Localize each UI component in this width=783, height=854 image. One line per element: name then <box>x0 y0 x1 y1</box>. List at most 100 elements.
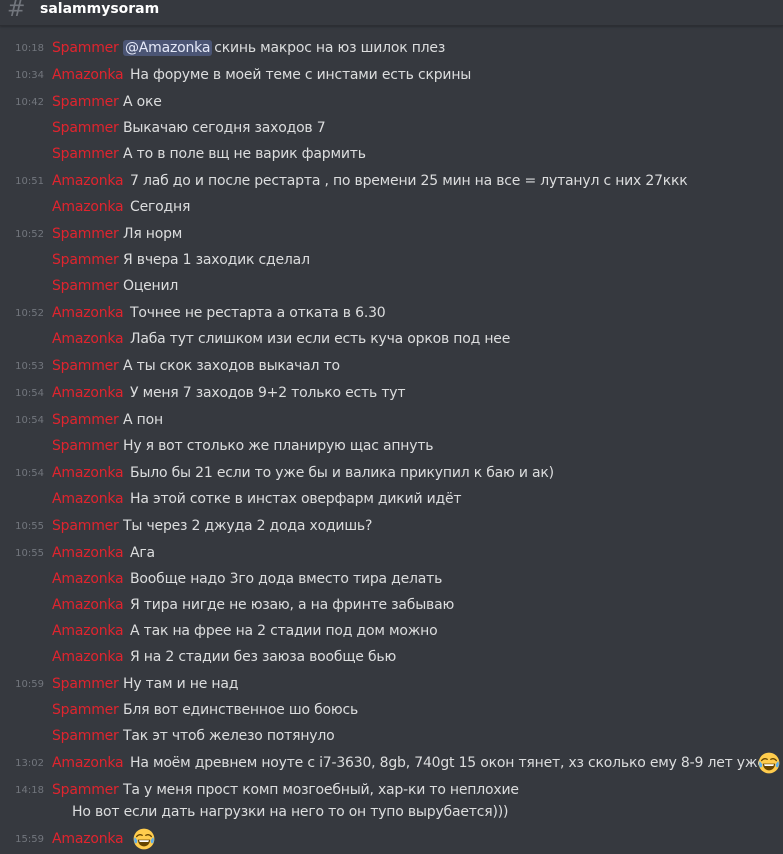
message-body: А оке <box>123 94 162 110</box>
message-text: Лаба тут слишком изи если есть куча орко… <box>130 331 510 347</box>
message-text-continued: Но вот если дать нагрузки на него то он … <box>72 804 509 820</box>
message-text: Я тира нигде не юзаю, а на фринте забыва… <box>130 597 454 613</box>
message-body: Лаба тут слишком изи если есть куча орко… <box>130 331 511 347</box>
message-author[interactable]: Amazonka <box>52 173 124 189</box>
message-timestamp: 10:34 <box>15 70 44 81</box>
message-timestamp: 10:55 <box>15 521 44 532</box>
message-author[interactable]: Amazonka <box>52 831 124 847</box>
message-author[interactable]: Amazonka <box>52 199 124 215</box>
message-author[interactable]: Spammer <box>52 676 119 692</box>
message-timestamp: 10:51 <box>15 176 44 187</box>
hash-icon: # <box>7 0 26 22</box>
message-body: Сегодня <box>130 199 191 215</box>
message-text: А то в поле вщ не варик фармить <box>123 146 366 162</box>
message-body: Я тира нигде не юзаю, а на фринте забыва… <box>130 597 455 613</box>
message-timestamp: 10:54 <box>15 468 44 479</box>
message-text: Вообще надо 3го дода вместо тира делать <box>130 571 442 587</box>
message-body: Ты через 2 джуда 2 дода ходишь? <box>123 518 373 534</box>
message-timestamp: 10:54 <box>15 388 44 399</box>
message-author[interactable]: Amazonka <box>52 305 124 321</box>
message-body: Та у меня прост комп мозгоебный, хар-ки … <box>123 782 519 798</box>
message-text: А так на фрее на 2 стадии под дом можно <box>130 623 438 639</box>
message-text: А оке <box>123 94 162 110</box>
message-timestamp: 10:53 <box>15 361 44 372</box>
message-text: Ну там и не над <box>123 676 238 692</box>
message-text: У меня 7 заходов 9+2 только есть тут <box>130 385 406 401</box>
message-author[interactable]: Spammer <box>52 94 119 110</box>
message-body: На моём древнем ноуте с i7-3630, 8gb, 74… <box>130 755 766 771</box>
message-body: Ля норм <box>123 226 183 242</box>
message-text: На моём древнем ноуте с i7-3630, 8gb, 74… <box>130 755 766 771</box>
message-body: Вообще надо 3го дода вместо тира делать <box>130 571 443 587</box>
message-text: Оценил <box>123 278 178 294</box>
message-text: А ты скок заходов выкачал то <box>123 358 340 374</box>
message-text: Ля норм <box>123 226 182 242</box>
message-body: Выкачаю сегодня заходов 7 <box>123 120 326 136</box>
message-timestamp: 10:18 <box>15 43 44 54</box>
message-author[interactable]: Spammer <box>52 40 119 56</box>
message-author[interactable]: Amazonka <box>52 67 124 83</box>
message-author[interactable]: Amazonka <box>52 755 124 771</box>
message-author[interactable]: Amazonka <box>52 649 124 665</box>
message-timestamp: 15:59 <box>15 834 44 845</box>
message-author[interactable]: Spammer <box>52 438 119 454</box>
message-author[interactable]: Spammer <box>52 278 119 294</box>
message-body: скинь макрос на юз шилок плез <box>214 40 446 56</box>
message-text: На этой сотке в инстах оверфарм дикий ид… <box>130 491 462 507</box>
message-timestamp: 10:54 <box>15 415 44 426</box>
channel-name: salammysoram <box>40 1 160 17</box>
message-body: Ну там и не над <box>123 676 239 692</box>
message-body: А ты скок заходов выкачал то <box>123 358 340 374</box>
message-body: А пон <box>123 412 163 428</box>
message-text: Та у меня прост комп мозгоебный, хар-ки … <box>123 782 519 798</box>
message-body: А так на фрее на 2 стадии под дом можно <box>130 623 438 639</box>
message-author[interactable]: Spammer <box>52 518 119 534</box>
message-author[interactable]: Spammer <box>52 252 119 268</box>
message-timestamp: 14:18 <box>15 785 44 796</box>
message-text: Точнее не рестарта а отката в 6.30 <box>130 305 386 321</box>
message-author[interactable]: Spammer <box>52 702 119 718</box>
message-body: Ага <box>130 545 155 561</box>
message-text: Так эт чтоб железо потянуло <box>123 728 335 744</box>
message-author[interactable]: Spammer <box>52 146 119 162</box>
message-timestamp: 10:52 <box>15 308 44 319</box>
message-author[interactable]: Spammer <box>52 358 119 374</box>
message-text: Ну я вот столько же планирую щас апнуть <box>123 438 434 454</box>
message-author[interactable]: Spammer <box>52 782 119 798</box>
user-mention[interactable]: @Amazonka <box>123 40 213 56</box>
message-author[interactable]: Amazonka <box>52 491 124 507</box>
message-author[interactable]: Spammer <box>52 412 119 428</box>
message-body: Я вчера 1 заходик сделал <box>123 252 310 268</box>
message-timestamp: 10:55 <box>15 548 44 559</box>
message-text: Ага <box>130 545 155 561</box>
message-body: Бля вот единственное шо боюсь <box>123 702 359 718</box>
message-author[interactable]: Spammer <box>52 120 119 136</box>
message-timestamp: 10:59 <box>15 679 44 690</box>
message-text: Выкачаю сегодня заходов 7 <box>123 120 326 136</box>
message-timestamp: 10:42 <box>15 97 44 108</box>
message-author[interactable]: Amazonka <box>52 623 124 639</box>
message-author[interactable]: Amazonka <box>52 331 124 347</box>
message-text: А пон <box>123 412 163 428</box>
message-author[interactable]: Amazonka <box>52 465 124 481</box>
message-text: Было бы 21 если то уже бы и валика прику… <box>130 465 554 481</box>
message-body: На этой сотке в инстах оверфарм дикий ид… <box>130 491 462 507</box>
message-text: Ты через 2 джуда 2 дода ходишь? <box>123 518 372 534</box>
message-author[interactable]: Spammer <box>52 226 119 242</box>
message-text: Я на 2 стадии без заюза вообще бью <box>130 649 396 665</box>
message-body: У меня 7 заходов 9+2 только есть тут <box>130 385 406 401</box>
message-text: 7 лаб до и после рестарта , по времени 2… <box>130 173 688 189</box>
message-author[interactable]: Amazonka <box>52 385 124 401</box>
message-body: Оценил <box>123 278 179 294</box>
message-author[interactable]: Amazonka <box>52 545 124 561</box>
message-timestamp: 13:02 <box>15 758 44 769</box>
message-text: На форуме в моей теме с инстами есть скр… <box>130 67 471 83</box>
message-text: Я вчера 1 заходик сделал <box>123 252 310 268</box>
message-body: Я на 2 стадии без заюза вообще бью <box>130 649 397 665</box>
channel-header: # salammysoram <box>0 0 783 26</box>
message-text: Сегодня <box>130 199 190 215</box>
message-author[interactable]: Amazonka <box>52 571 124 587</box>
message-author[interactable]: Spammer <box>52 728 119 744</box>
message-body: Было бы 21 если то уже бы и валика прику… <box>130 465 554 481</box>
message-author[interactable]: Amazonka <box>52 597 124 613</box>
